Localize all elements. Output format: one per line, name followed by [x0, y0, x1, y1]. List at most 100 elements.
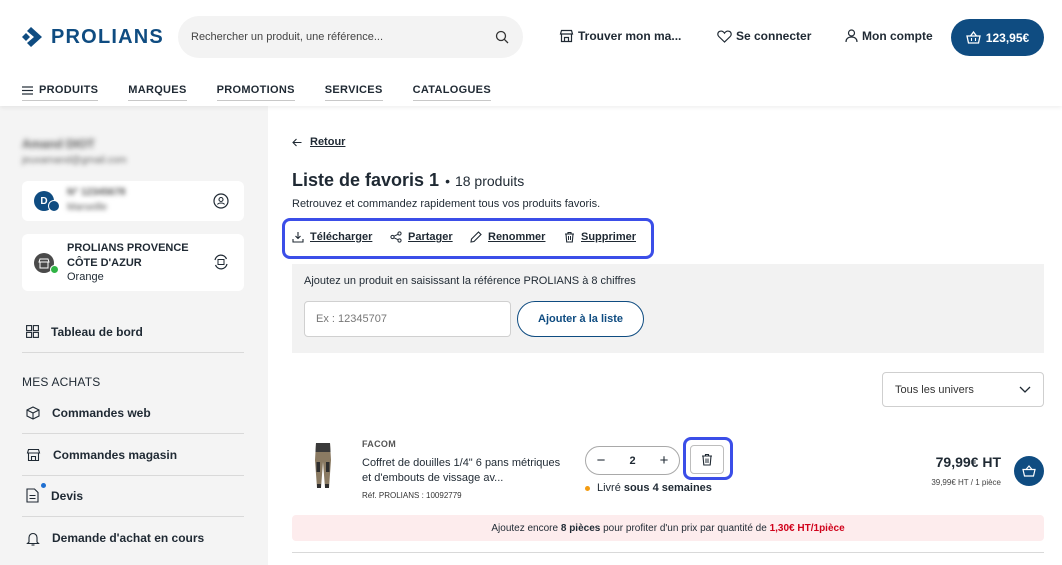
product-image[interactable] [306, 440, 340, 490]
promo-text-2: pour profiter d'un prix par quantité de [603, 522, 767, 534]
product-count: 18 produits [454, 173, 525, 189]
logo-text: PROLIANS [51, 25, 164, 48]
universe-select-value: Tous les univers [895, 383, 974, 396]
download-button[interactable]: Télécharger [292, 231, 372, 243]
decrease-quantity-button[interactable]: − [592, 452, 610, 470]
trash-icon [702, 453, 712, 466]
nav-item-marques[interactable]: MARQUES [128, 84, 187, 101]
account-label: Mon compte [862, 29, 933, 43]
promo-text-1: Ajoutez encore [491, 522, 559, 534]
quantity-promo-banner: Ajoutez encore 8 pièces pour profiter d'… [292, 515, 1044, 541]
account-city: Marseille [67, 202, 108, 213]
back-label: Retour [310, 136, 346, 148]
login-label: Se connecter [736, 29, 812, 43]
share-button[interactable]: Partager [390, 231, 453, 243]
delivery-time: sous 4 semaines [623, 482, 712, 494]
increase-quantity-button[interactable]: + [655, 452, 673, 470]
rename-label: Renommer [488, 231, 546, 243]
add-to-list-button[interactable]: Ajouter à la liste [517, 301, 644, 337]
sidebar-item-store-orders[interactable]: Commandes magasin [22, 434, 244, 476]
rename-button[interactable]: Renommer [470, 231, 545, 243]
delete-list-button[interactable]: Supprimer [564, 231, 636, 243]
sidebar-item-label: Commandes magasin [53, 447, 178, 462]
login-link[interactable]: Se connecter [717, 29, 811, 43]
remove-product-button[interactable] [690, 445, 724, 474]
promo-price: 1,30€ HT/1pièce [769, 522, 845, 534]
universe-select[interactable]: Tous les univers [882, 372, 1044, 407]
chevron-down-icon [1019, 386, 1031, 393]
promo-quantity: 8 pièces [560, 522, 601, 534]
sidebar-item-web-orders[interactable]: Commandes web [22, 392, 244, 434]
sidebar-item-label: Demande d'achat en cours [52, 531, 205, 545]
change-store-icon[interactable] [212, 253, 230, 271]
download-icon [292, 232, 304, 243]
switch-account-icon[interactable] [212, 192, 230, 210]
store-city: Orange [67, 271, 104, 283]
unit-price: 39,99€ HT / 1 pièce [931, 478, 1001, 487]
arrow-left-icon [292, 138, 302, 146]
account-link[interactable]: Mon compte [845, 29, 933, 43]
box-icon [26, 405, 40, 420]
nav-label: PRODUITS [39, 84, 99, 96]
title-separator: • [445, 173, 450, 189]
add-to-cart-button[interactable] [1014, 456, 1044, 486]
share-label: Partager [408, 231, 453, 243]
trash-icon [565, 231, 574, 243]
dashboard-icon [26, 325, 39, 338]
cart-total: 123,95€ [985, 30, 1030, 45]
section-title: MES ACHATS [22, 375, 101, 389]
page-subtitle: Retrouvez et commandez rapidement tous v… [292, 198, 601, 210]
cart-button[interactable]: 123,95€ [951, 19, 1044, 56]
store-card[interactable]: PROLIANS PROVENCE CÔTE D'AZUR Orange [22, 234, 244, 291]
prolians-logo-icon [22, 27, 42, 47]
site-header: PROLIANS Trouver mon ma... Se connecter … [0, 0, 1062, 106]
store-icon [26, 448, 41, 461]
account-card[interactable]: D N° 12345678 Marseille [22, 181, 244, 221]
row-divider [292, 552, 1044, 553]
basket-icon [965, 31, 981, 44]
delete-label: Supprimer [581, 231, 637, 243]
pencil-icon [470, 231, 482, 243]
page-title: Liste de favoris 1 • 18 produits [292, 170, 524, 191]
user-email: jeuxamand@gmail.com [22, 155, 127, 166]
nav-item-produits[interactable]: PRODUITS [22, 84, 99, 101]
document-icon [26, 488, 39, 503]
product-price: 79,99€ HT [935, 454, 1001, 470]
sidebar-item-purchase-requests[interactable]: Demande d'achat en cours [22, 517, 244, 559]
account-sidebar: Amand DIOT jeuxamand@gmail.com D N° 1234… [0, 106, 268, 565]
product-name[interactable]: Coffret de douilles 1/4" 6 pans métrique… [362, 456, 562, 486]
download-label: Télécharger [310, 231, 373, 243]
product-brand: FACOM [362, 439, 396, 449]
product-reference: Réf. PROLIANS : 10092779 [362, 491, 462, 500]
find-store-label: Trouver mon ma... [578, 29, 682, 43]
add-product-panel: Ajoutez un produit en saisissant la réfé… [292, 264, 1044, 353]
store-open-status-dot [50, 265, 59, 274]
search-icon[interactable] [495, 30, 509, 44]
sidebar-item-label: Devis [51, 488, 84, 503]
back-link[interactable]: Retour [292, 136, 345, 148]
quantity-value[interactable]: 2 [629, 455, 635, 467]
search-bar[interactable] [178, 16, 523, 58]
nav-item-promotions[interactable]: PROMOTIONS [216, 84, 295, 101]
heart-icon [717, 30, 732, 43]
logo[interactable]: PROLIANS [22, 25, 164, 49]
account-number: N° 12345678 [67, 187, 126, 198]
sidebar-item-label: Tableau de bord [51, 324, 143, 339]
main-nav: PRODUITS MARQUES PROMOTIONS SERVICES CAT… [22, 84, 521, 101]
user-name: Amand DIOT [22, 137, 95, 151]
delivery-info: Livré sous 4 semaines [585, 482, 712, 494]
sidebar-item-quotes[interactable]: Devis [22, 475, 244, 517]
search-input[interactable] [191, 31, 495, 43]
bell-icon [26, 532, 40, 546]
user-icon [845, 29, 858, 43]
delivery-status-dot [585, 485, 590, 491]
reference-input[interactable] [304, 301, 511, 337]
nav-item-services[interactable]: SERVICES [324, 84, 383, 101]
find-store-link[interactable]: Trouver mon ma... [559, 29, 681, 43]
sidebar-item-dashboard[interactable]: Tableau de bord [22, 311, 244, 353]
menu-icon [22, 85, 33, 95]
store-icon [559, 29, 574, 43]
quantity-stepper[interactable]: − 2 + [585, 446, 680, 475]
verified-badge-icon [48, 200, 60, 212]
nav-item-catalogues[interactable]: CATALOGUES [412, 84, 491, 101]
